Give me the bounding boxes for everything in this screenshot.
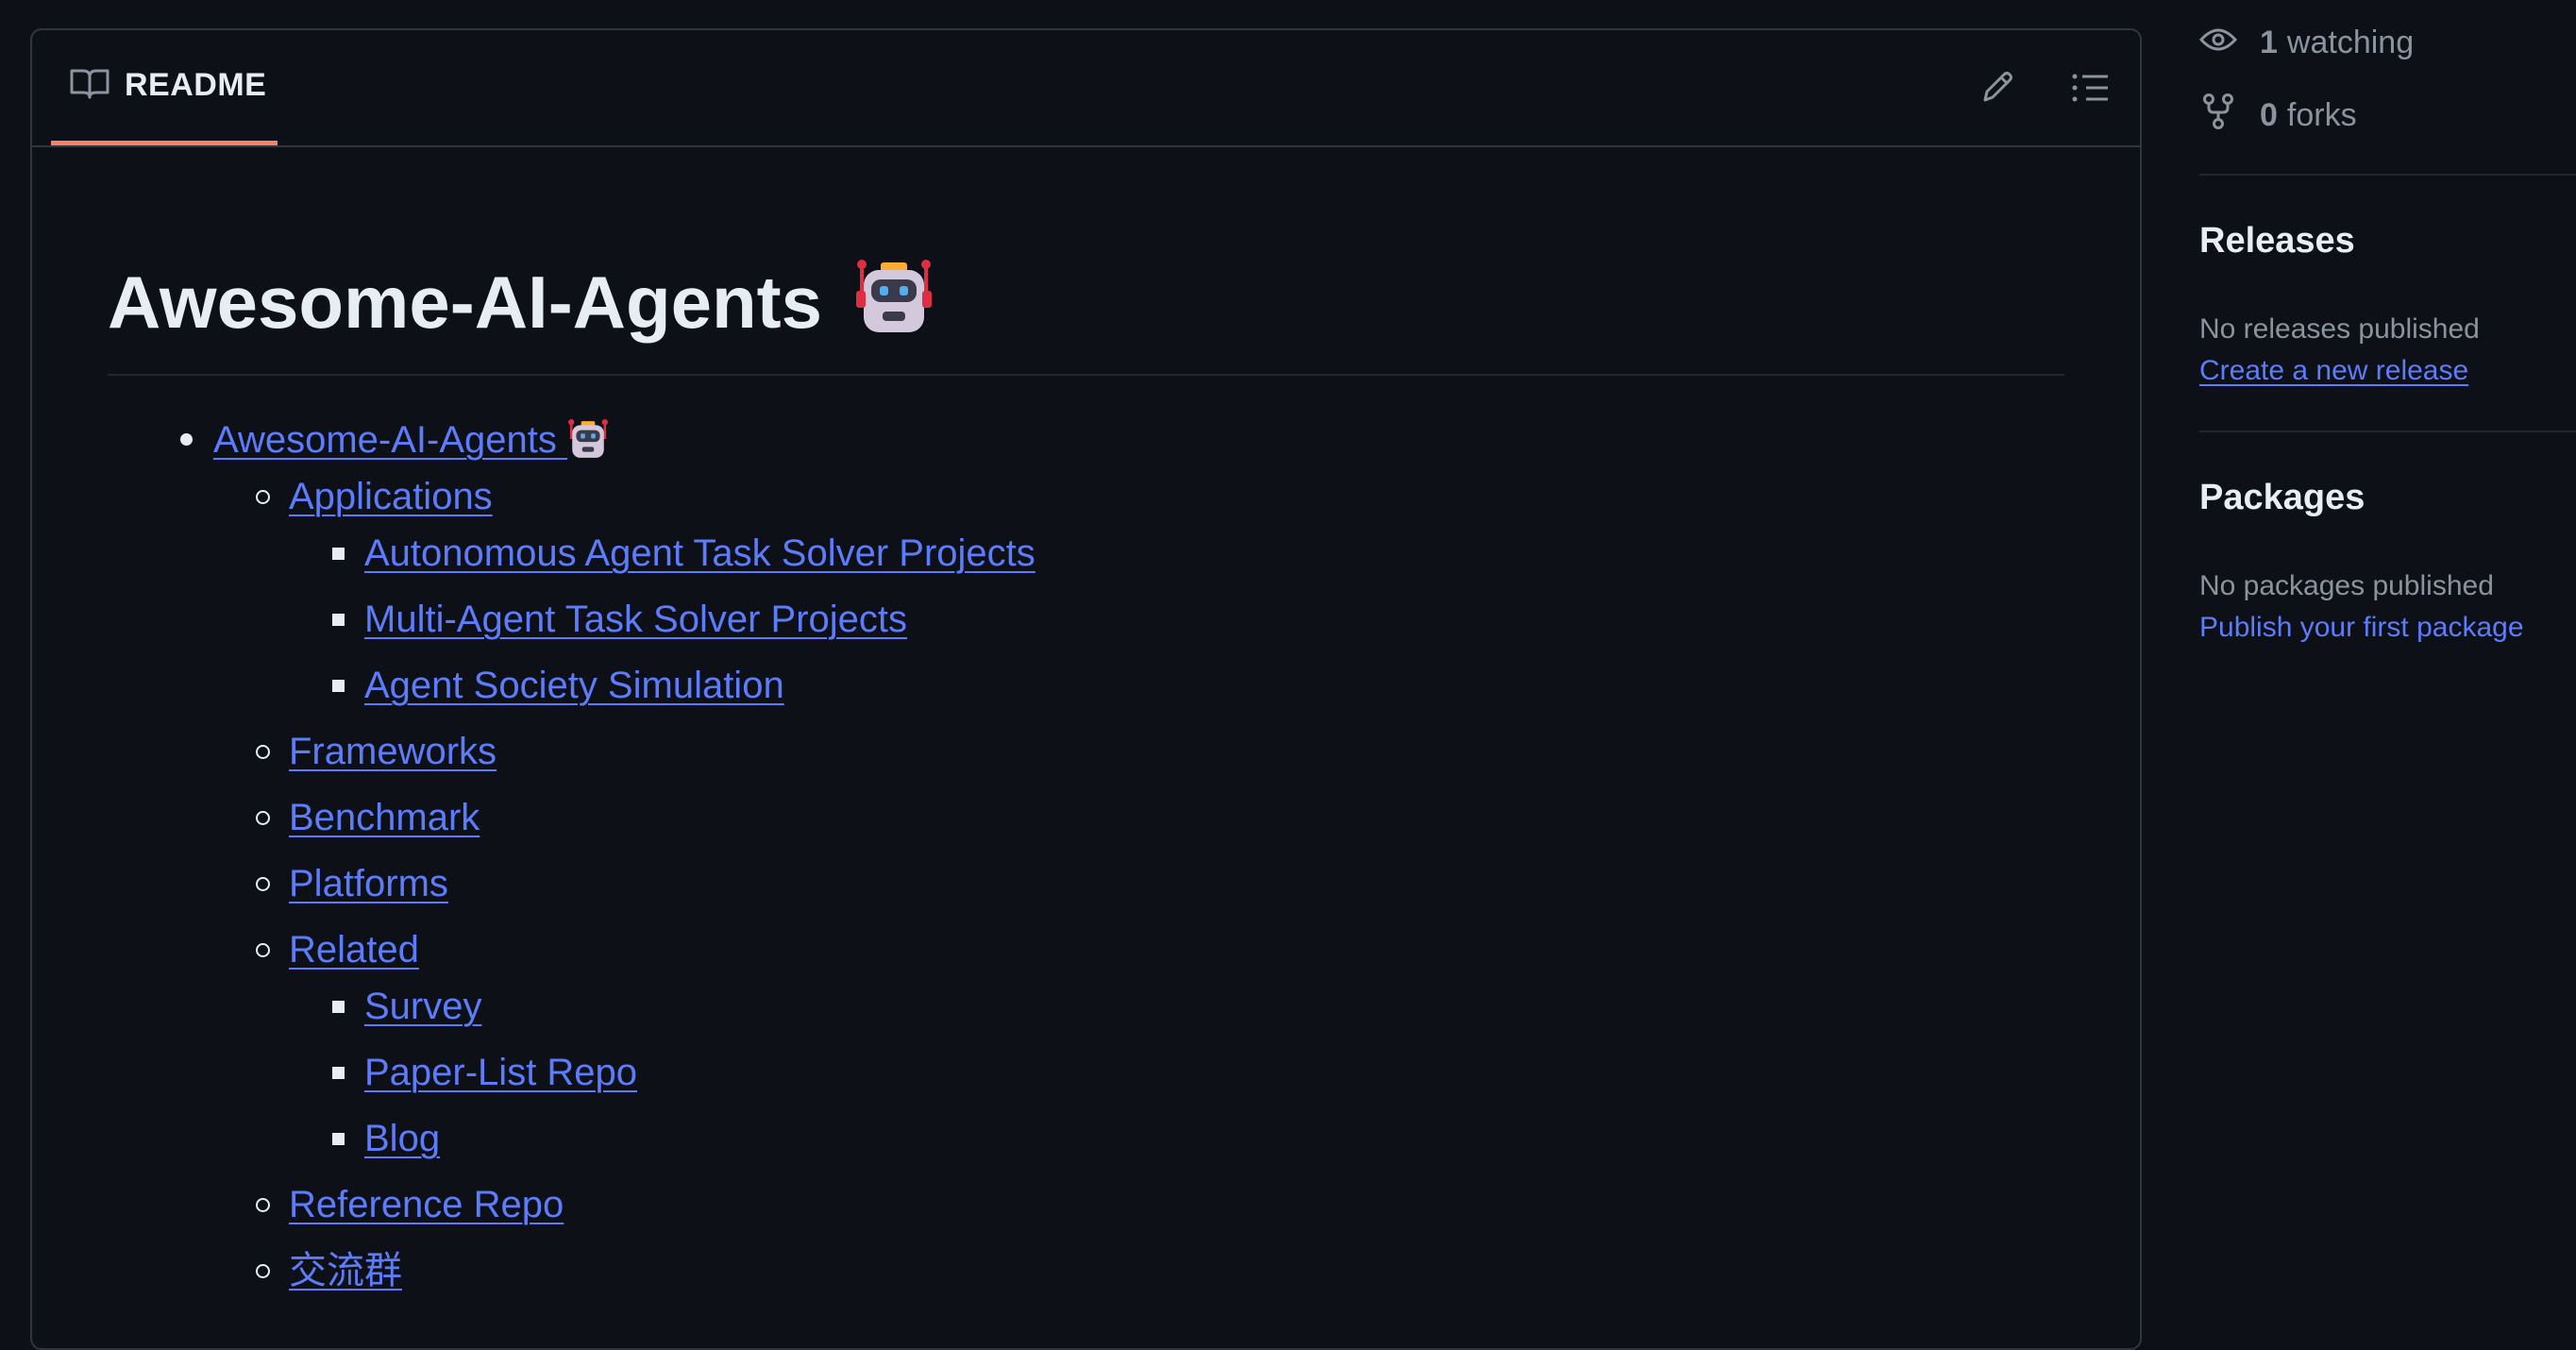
readme-title-text: Awesome-AI-Agents (108, 261, 823, 344)
toc-link-platforms[interactable]: Platforms (289, 863, 448, 904)
toc-item: Related (108, 925, 2064, 982)
book-icon (70, 67, 109, 104)
toc-item: Agent Society Simulation (108, 661, 2064, 727)
forks-label: forks (2286, 97, 2357, 133)
toc-item: Platforms (108, 859, 2064, 925)
packages-empty-text: No packages published (2199, 570, 2494, 601)
toc-link-reference-repo[interactable]: Reference Repo (289, 1184, 564, 1225)
fork-icon (2199, 93, 2237, 139)
toc-link-paper-list-repo[interactable]: Paper-List Repo (364, 1052, 637, 1093)
bullet-square (332, 1001, 345, 1013)
bullet-circle (256, 877, 270, 891)
toc-item: Benchmark (108, 793, 2064, 859)
toc-item: Frameworks (108, 727, 2064, 793)
bullet-square (332, 1133, 345, 1145)
bullet-circle (256, 490, 270, 504)
toc-link-chat-group[interactable]: 交流群 (289, 1250, 402, 1291)
bullet-circle (256, 745, 270, 759)
eye-icon (2198, 25, 2238, 61)
packages-heading[interactable]: Packages (2199, 478, 2365, 518)
toc-item: Reference Repo (108, 1180, 2064, 1246)
title-divider (108, 374, 2064, 376)
create-release-link[interactable]: Create a new release (2199, 355, 2468, 387)
releases-empty-text: No releases published (2199, 313, 2480, 345)
toc-item: Awesome-AI-Agents (108, 415, 2064, 472)
watchers-count: 1 (2260, 25, 2278, 60)
toc-item: Blog (108, 1114, 2064, 1180)
toc-link-benchmark[interactable]: Benchmark (289, 797, 480, 838)
forks-stat[interactable]: 0 forks (2199, 93, 2357, 139)
toc-item: Applications (108, 472, 2064, 529)
readme-panel: README Awesome-AI-Agents Awesome-AI-Agen… (30, 28, 2142, 1350)
bullet-square (332, 614, 345, 626)
toc-link-multi-agent[interactable]: Multi-Agent Task Solver Projects (364, 599, 907, 640)
tab-readme[interactable]: README (51, 30, 278, 145)
toc-item: Survey (108, 982, 2064, 1048)
robot-face-icon (567, 417, 609, 466)
toc-item: Multi-Agent Task Solver Projects (108, 595, 2064, 661)
readme-content: Awesome-AI-Agents Awesome-AI-Agents Appl… (108, 145, 2064, 1312)
watchers-stat[interactable]: 1 watching (2198, 25, 2415, 61)
toc-link-related[interactable]: Related (289, 929, 419, 970)
toc-link-applications[interactable]: Applications (289, 476, 493, 517)
table-of-contents: Awesome-AI-Agents Applications Autonomou… (108, 415, 2064, 1312)
bullet-disc (180, 433, 193, 446)
sidebar-divider (2199, 174, 2576, 176)
watchers-label: watching (2286, 25, 2415, 60)
releases-heading[interactable]: Releases (2199, 221, 2355, 262)
bullet-circle (256, 1264, 270, 1278)
outline-list-icon[interactable] (2070, 68, 2110, 108)
toc-link-frameworks[interactable]: Frameworks (289, 731, 497, 772)
edit-pencil-icon[interactable] (1978, 68, 2017, 108)
toc-link-autonomous-agent[interactable]: Autonomous Agent Task Solver Projects (364, 532, 1035, 574)
toc-item: Autonomous Agent Task Solver Projects (108, 529, 2064, 595)
readme-header: README (32, 30, 2140, 147)
forks-count: 0 (2260, 97, 2278, 133)
publish-package-link[interactable]: Publish your first package (2199, 612, 2524, 644)
bullet-square (332, 1067, 345, 1079)
bullet-circle (256, 943, 270, 957)
bullet-circle (256, 1198, 270, 1212)
readme-title: Awesome-AI-Agents (108, 145, 2064, 347)
bullet-square (332, 548, 345, 560)
tab-readme-label: README (125, 67, 267, 103)
toc-link-awesome-ai-agents[interactable]: Awesome-AI-Agents (213, 419, 609, 461)
toc-link-survey[interactable]: Survey (364, 986, 482, 1027)
bullet-square (332, 680, 345, 692)
bullet-circle (256, 811, 270, 825)
robot-face-icon (854, 257, 934, 347)
toc-item: Paper-List Repo (108, 1048, 2064, 1114)
toc-item: 交流群 (108, 1246, 2064, 1312)
toc-link-blog[interactable]: Blog (364, 1118, 440, 1159)
sidebar-divider (2199, 430, 2576, 432)
toc-link-agent-society[interactable]: Agent Society Simulation (364, 665, 784, 706)
